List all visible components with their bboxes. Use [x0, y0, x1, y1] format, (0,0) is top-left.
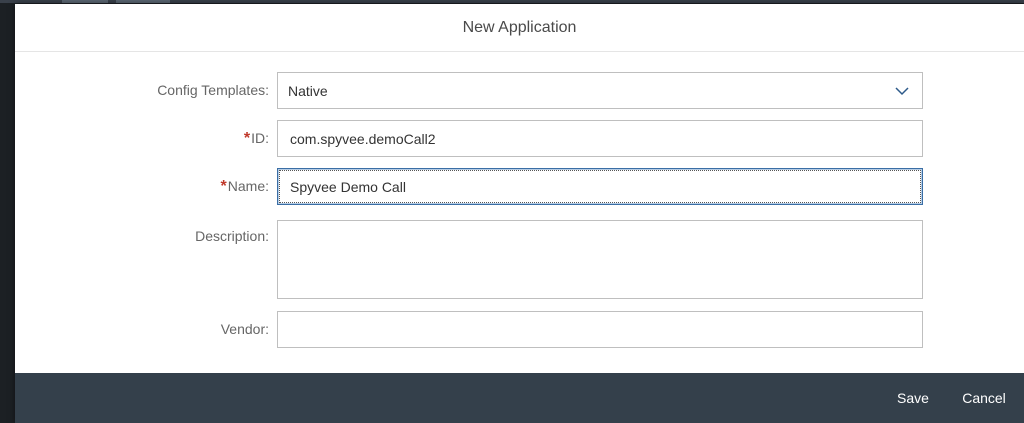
name-label-text: Name: — [227, 178, 269, 194]
chevron-down-icon — [895, 87, 909, 96]
id-label-text: ID: — [251, 130, 269, 146]
config-templates-label: Config Templates: — [157, 82, 269, 98]
vendor-label: Vendor: — [220, 321, 269, 337]
cancel-button[interactable]: Cancel — [961, 373, 1007, 423]
dialog-footer: Save Cancel — [15, 373, 1024, 423]
new-application-dialog: New Application Config Templates: Native… — [15, 4, 1024, 423]
name-input[interactable] — [277, 168, 923, 205]
vendor-input[interactable] — [277, 311, 923, 348]
required-marker: * — [220, 178, 227, 195]
description-textarea[interactable] — [277, 220, 923, 299]
name-label: *Name: — [221, 178, 269, 196]
description-label: Description: — [195, 228, 269, 244]
id-input[interactable] — [277, 120, 923, 157]
background-tab — [62, 0, 108, 3]
config-templates-value: Native — [288, 82, 328, 99]
required-marker: * — [243, 130, 251, 147]
dialog-header: New Application — [15, 4, 1024, 52]
config-templates-select[interactable]: Native — [277, 72, 923, 109]
id-label: *ID: — [244, 130, 269, 148]
background-tab — [116, 0, 170, 3]
save-button[interactable]: Save — [897, 373, 929, 423]
dialog-title: New Application — [462, 18, 577, 36]
